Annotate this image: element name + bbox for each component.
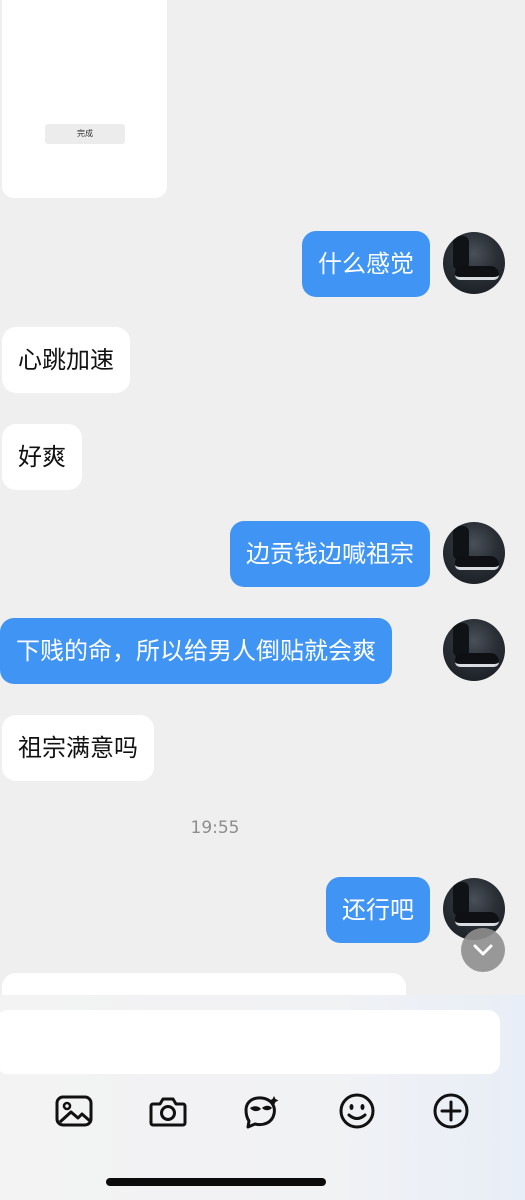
camera-icon[interactable]	[147, 1090, 189, 1132]
home-indicator	[106, 1178, 326, 1186]
message-bubble-outgoing[interactable]: 什么感觉	[302, 231, 430, 297]
message-timestamp: 19:55	[190, 818, 240, 838]
done-button[interactable]: 完成	[45, 124, 125, 144]
avatar[interactable]	[443, 619, 505, 681]
chat-scroll-area[interactable]: 完成 什么感觉 心跳加速 好爽 边贡钱边喊祖宗 下贱的命，所以给男人倒贴就会爽 …	[0, 0, 525, 995]
message-bubble-incoming[interactable]: 祖宗满意吗	[2, 715, 154, 781]
message-bubble-outgoing[interactable]: 边贡钱边喊祖宗	[230, 521, 430, 587]
message-bubble-incoming[interactable]: 好爽	[2, 424, 82, 490]
message-bubble-incoming-partial[interactable]	[2, 973, 406, 995]
message-bubble-incoming[interactable]: 心跳加速	[2, 327, 130, 393]
sticker-face-icon[interactable]	[240, 1090, 282, 1132]
plus-icon[interactable]	[430, 1090, 472, 1132]
emoji-icon[interactable]	[336, 1090, 378, 1132]
image-icon[interactable]	[53, 1090, 95, 1132]
message-bubble-outgoing[interactable]: 下贱的命，所以给男人倒贴就会爽	[0, 618, 392, 684]
scroll-to-bottom-button[interactable]	[461, 928, 505, 972]
avatar[interactable]	[443, 522, 505, 584]
shared-card[interactable]: 完成	[2, 0, 167, 198]
message-input[interactable]	[0, 1010, 500, 1074]
message-bubble-outgoing[interactable]: 还行吧	[326, 877, 430, 943]
chevron-down-icon	[473, 944, 493, 956]
avatar[interactable]	[443, 232, 505, 294]
